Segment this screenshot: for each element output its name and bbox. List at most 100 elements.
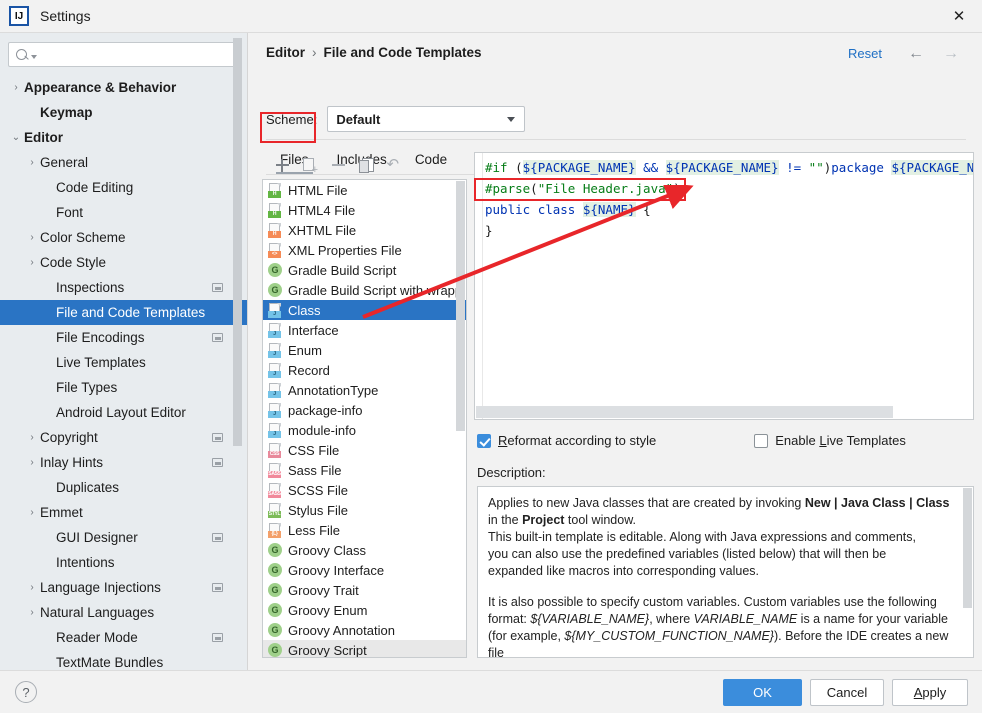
sidebar-item-live-templates[interactable]: Live Templates (0, 350, 247, 375)
live-templates-label[interactable]: Enable Live Templates (775, 433, 906, 448)
chevron-right-icon[interactable]: › (24, 232, 40, 243)
back-arrow-icon[interactable]: ← (908, 45, 924, 63)
sidebar-item-inspections[interactable]: Inspections (0, 275, 247, 300)
description-scrollbar-thumb[interactable] (963, 488, 972, 608)
template-list-item[interactable]: G Groovy Interface (263, 560, 466, 580)
template-list-item[interactable]: Jmodule-info (263, 420, 466, 440)
template-list-item[interactable]: G Gradle Build Script (263, 260, 466, 280)
sidebar-item-emmet[interactable]: › Emmet (0, 500, 247, 525)
template-list-item[interactable]: G Groovy Trait (263, 580, 466, 600)
close-icon[interactable]: ✕ (936, 0, 982, 32)
sidebar-item-file-encodings[interactable]: File Encodings (0, 325, 247, 350)
chevron-down-icon[interactable]: ⌄ (8, 132, 24, 143)
remove-template-button[interactable] (324, 153, 352, 177)
chevron-right-icon[interactable]: › (24, 257, 40, 268)
sidebar-item-file-types[interactable]: File Types (0, 375, 247, 400)
sidebar-item-keymap[interactable]: Keymap (0, 100, 247, 125)
template-list-item[interactable]: <> XML Properties File (263, 240, 466, 260)
chevron-right-icon[interactable]: › (24, 457, 40, 468)
sidebar-item-language-injections[interactable]: › Language Injections (0, 575, 247, 600)
sidebar-item-editor[interactable]: ⌄ Editor (0, 125, 247, 150)
chevron-right-icon[interactable]: › (24, 582, 40, 593)
sidebar-item-textmate-bundles[interactable]: TextMate Bundles (0, 650, 247, 670)
template-list-item[interactable]: G Gradle Build Script with wrapp (263, 280, 466, 300)
duplicate-icon (359, 158, 374, 173)
duplicate-template-button[interactable] (352, 153, 380, 177)
sidebar-item-code-style[interactable]: › Code Style (0, 250, 247, 275)
template-list-item[interactable]: H XHTML File (263, 220, 466, 240)
apply-button[interactable]: Apply (892, 679, 968, 706)
sidebar-item-natural-languages[interactable]: › Natural Languages (0, 600, 247, 625)
sidebar-item-code-editing[interactable]: Code Editing (0, 175, 247, 200)
sidebar-item-color-scheme[interactable]: › Color Scheme (0, 225, 247, 250)
sass-file-icon: SASS (268, 482, 282, 498)
create-from-file-button[interactable] (296, 153, 324, 177)
sidebar-item-file-and-code-templates[interactable]: File and Code Templates (0, 300, 247, 325)
sidebar-item-font[interactable]: Font (0, 200, 247, 225)
sidebar-item-appearance-behavior[interactable]: › Appearance & Behavior (0, 75, 247, 100)
window-title: Settings (40, 8, 91, 24)
sidebar-item-label: Language Injections (40, 580, 161, 595)
sidebar-item-reader-mode[interactable]: Reader Mode (0, 625, 247, 650)
template-list-item[interactable]: J Class (263, 300, 466, 320)
sidebar-item-copyright[interactable]: › Copyright (0, 425, 247, 450)
sidebar-scrollbar-thumb[interactable] (233, 38, 242, 446)
sidebar-item-inlay-hints[interactable]: › Inlay Hints (0, 450, 247, 475)
breadcrumb-root[interactable]: Editor (266, 45, 305, 60)
template-list-item[interactable]: SASS Sass File (263, 460, 466, 480)
undo-arrow-icon: ↶ (386, 156, 400, 173)
template-list-item[interactable]: J Record (263, 360, 466, 380)
chevron-right-icon[interactable]: › (24, 157, 40, 168)
cancel-button[interactable]: Cancel (810, 679, 884, 706)
template-list-item[interactable]: J Interface (263, 320, 466, 340)
template-list-item[interactable]: G Groovy Script (263, 640, 466, 657)
template-list-item[interactable]: Jpackage-info (263, 400, 466, 420)
scheme-select[interactable]: Default (327, 106, 526, 132)
template-list-item-label: Record (288, 362, 330, 378)
reformat-label[interactable]: Reformat according to style (498, 433, 656, 448)
template-list-item[interactable]: J AnnotationType (263, 380, 466, 400)
sidebar-item-gui-designer[interactable]: GUI Designer (0, 525, 247, 550)
reset-link[interactable]: Reset (848, 46, 882, 61)
chevron-right-icon[interactable]: › (8, 82, 24, 93)
sidebar-item-label: Color Scheme (40, 230, 126, 245)
chevron-right-icon[interactable]: › (24, 607, 40, 618)
template-list-item[interactable]: {L} Less File (263, 520, 466, 540)
sidebar-item-duplicates[interactable]: Duplicates (0, 475, 247, 500)
project-scope-icon (212, 458, 223, 467)
chevron-right-icon[interactable]: › (24, 507, 40, 518)
reformat-checkbox[interactable] (477, 433, 491, 448)
template-list-item[interactable]: H HTML4 File (263, 200, 466, 220)
template-list-item[interactable]: G Groovy Enum (263, 600, 466, 620)
template-list-scrollbar-thumb[interactable] (456, 181, 465, 431)
sidebar-item-android-layout-editor[interactable]: Android Layout Editor (0, 400, 247, 425)
reset-template-button[interactable]: ↶ (380, 153, 408, 177)
template-list-item[interactable]: G Groovy Class (263, 540, 466, 560)
template-code-editor[interactable]: #if (${PACKAGE_NAME} && ${PACKAGE_NAME} … (474, 152, 974, 420)
chevron-right-icon[interactable]: › (24, 432, 40, 443)
sidebar-item-label: Live Templates (56, 355, 146, 370)
template-list-item[interactable]: H HTML File (263, 180, 466, 200)
sidebar-item-intentions[interactable]: Intentions (0, 550, 247, 575)
help-button[interactable]: ? (15, 681, 37, 703)
ok-button[interactable]: OK (723, 679, 802, 706)
sidebar-item-label: General (40, 155, 89, 170)
sidebar-item-label: File and Code Templates (56, 305, 206, 320)
template-list-item[interactable]: J Enum (263, 340, 466, 360)
chevron-down-icon (507, 117, 516, 122)
template-list[interactable]: H HTML File H HTML4 File H XHTML File <> XML Pr… (262, 179, 467, 658)
groovy-file-icon: G (268, 583, 282, 597)
template-list-item[interactable]: CSS CSS File (263, 440, 466, 460)
less-file-icon: {L} (268, 522, 282, 538)
search-input[interactable] (37, 47, 238, 62)
template-list-item[interactable]: G Groovy Annotation (263, 620, 466, 640)
add-template-button[interactable] (268, 153, 296, 177)
sidebar-item-general[interactable]: › General (0, 150, 247, 175)
live-templates-checkbox[interactable] (754, 433, 769, 448)
forward-arrow-icon[interactable]: → (943, 45, 959, 63)
template-list-item[interactable]: SASS SCSS File (263, 480, 466, 500)
description-box[interactable]: Applies to new Java classes that are cre… (477, 486, 974, 658)
template-list-item[interactable]: STYL Stylus File (263, 500, 466, 520)
search-box[interactable] (8, 42, 239, 67)
editor-hscrollbar-thumb[interactable] (476, 406, 893, 418)
